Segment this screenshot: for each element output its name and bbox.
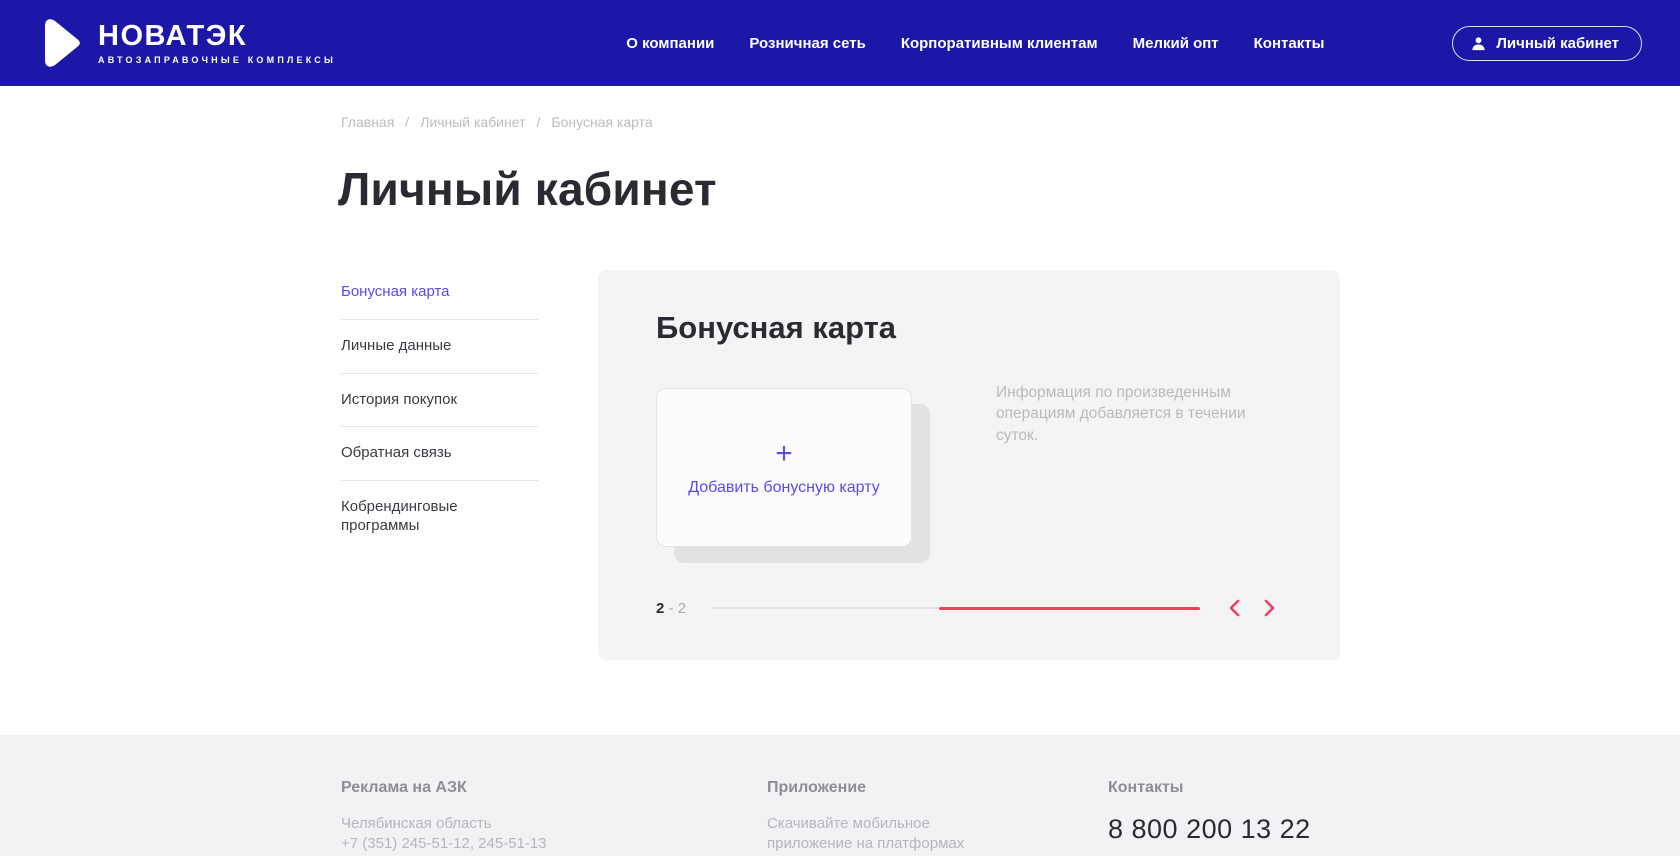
header: НОВАТЭК АВТОЗАПРАВОЧНЫЕ КОМПЛЕКСЫ О комп… xyxy=(0,0,1680,86)
sidebar-item-purchase-history[interactable]: История покупок xyxy=(341,374,538,428)
progress-track xyxy=(712,607,939,609)
main-content: Главная / Личный кабинет / Бонусная карт… xyxy=(0,86,1680,735)
footer-column-title: Реклама на АЗК xyxy=(341,779,547,797)
operations-info-text: Информация по произведенным операциям до… xyxy=(996,382,1248,446)
breadcrumb-separator: / xyxy=(405,114,409,130)
nav-item-wholesale[interactable]: Мелкий опт xyxy=(1133,35,1219,52)
logo[interactable]: НОВАТЭК АВТОЗАПРАВОЧНЫЕ КОМПЛЕКСЫ xyxy=(38,15,336,71)
next-slide-button[interactable] xyxy=(1256,596,1282,620)
nav-item-about[interactable]: О компании xyxy=(626,35,714,52)
sidebar: Бонусная карта Личные данные История пок… xyxy=(341,283,538,553)
footer-column-app: Приложение Скачивайте мобильное приложен… xyxy=(767,779,964,855)
nav-item-retail[interactable]: Розничная сеть xyxy=(749,35,865,52)
pagination-progress-bar xyxy=(712,607,1200,610)
panel-title: Бонусная карта xyxy=(656,310,896,346)
card-slider: + Добавить бонусную карту xyxy=(656,388,912,547)
page: НОВАТЭК АВТОЗАПРАВОЧНЫЕ КОМПЛЕКСЫ О комп… xyxy=(0,0,1680,856)
breadcrumb-account[interactable]: Личный кабинет xyxy=(420,114,525,130)
slider-pagination: 2 - 2 xyxy=(656,597,1282,619)
footer-region-text: Челябинская область xyxy=(341,814,547,834)
prev-slide-button[interactable] xyxy=(1222,596,1248,620)
breadcrumb-separator: / xyxy=(537,114,541,130)
breadcrumb-home[interactable]: Главная xyxy=(341,114,394,130)
footer-region-phone: +7 (351) 245-51-12, 245-51-13 xyxy=(341,834,547,854)
logo-subtitle: АВТОЗАПРАВОЧНЫЕ КОМПЛЕКСЫ xyxy=(98,55,336,65)
pagination-total: 2 xyxy=(678,600,686,617)
page-title: Личный кабинет xyxy=(338,162,717,216)
breadcrumb: Главная / Личный кабинет / Бонусная карт… xyxy=(341,114,653,130)
logo-title: НОВАТЭК xyxy=(98,22,336,51)
chevron-left-icon xyxy=(1228,599,1242,617)
account-button-label: Личный кабинет xyxy=(1496,35,1619,52)
pagination-current: 2 xyxy=(656,600,664,617)
sidebar-item-personal-data[interactable]: Личные данные xyxy=(341,320,538,374)
pagination-separator: - xyxy=(669,600,674,617)
plus-icon: + xyxy=(775,439,793,469)
breadcrumb-current: Бонусная карта xyxy=(551,114,652,130)
footer-column-title: Приложение xyxy=(767,779,964,797)
footer-column-contacts: Контакты 8 800 200 13 22 xyxy=(1108,779,1311,845)
footer: Реклама на АЗК Челябинская область +7 (3… xyxy=(0,735,1680,856)
pagination-counter: 2 - 2 xyxy=(656,600,712,617)
footer-app-text-line1: Скачивайте мобильное xyxy=(767,814,964,834)
add-bonus-card-button[interactable]: + Добавить бонусную карту xyxy=(656,388,912,547)
progress-fill xyxy=(939,607,1200,610)
footer-column-advertising: Реклама на АЗК Челябинская область +7 (3… xyxy=(341,779,547,855)
add-bonus-card-label: Добавить бонусную карту xyxy=(688,479,879,497)
novatek-logo-icon xyxy=(38,15,82,71)
footer-column-title: Контакты xyxy=(1108,779,1311,797)
sidebar-item-cobranding[interactable]: Кобрендинговые программы xyxy=(341,481,538,553)
main-nav: О компании Розничная сеть Корпоративным … xyxy=(626,35,1324,52)
sidebar-item-bonus-card[interactable]: Бонусная карта xyxy=(341,283,538,320)
bonus-card-panel: Бонусная карта + Добавить бонусную карту… xyxy=(598,270,1340,660)
account-button[interactable]: Личный кабинет xyxy=(1452,26,1642,61)
nav-item-contacts[interactable]: Контакты xyxy=(1254,35,1325,52)
nav-item-corporate[interactable]: Корпоративным клиентам xyxy=(901,35,1098,52)
logo-text: НОВАТЭК АВТОЗАПРАВОЧНЫЕ КОМПЛЕКСЫ xyxy=(98,22,336,65)
footer-hotline-phone[interactable]: 8 800 200 13 22 xyxy=(1108,814,1311,845)
user-icon xyxy=(1471,36,1486,51)
sidebar-item-feedback[interactable]: Обратная связь xyxy=(341,427,538,481)
chevron-right-icon xyxy=(1262,599,1276,617)
footer-app-text-line2: приложение на платформах xyxy=(767,834,964,854)
